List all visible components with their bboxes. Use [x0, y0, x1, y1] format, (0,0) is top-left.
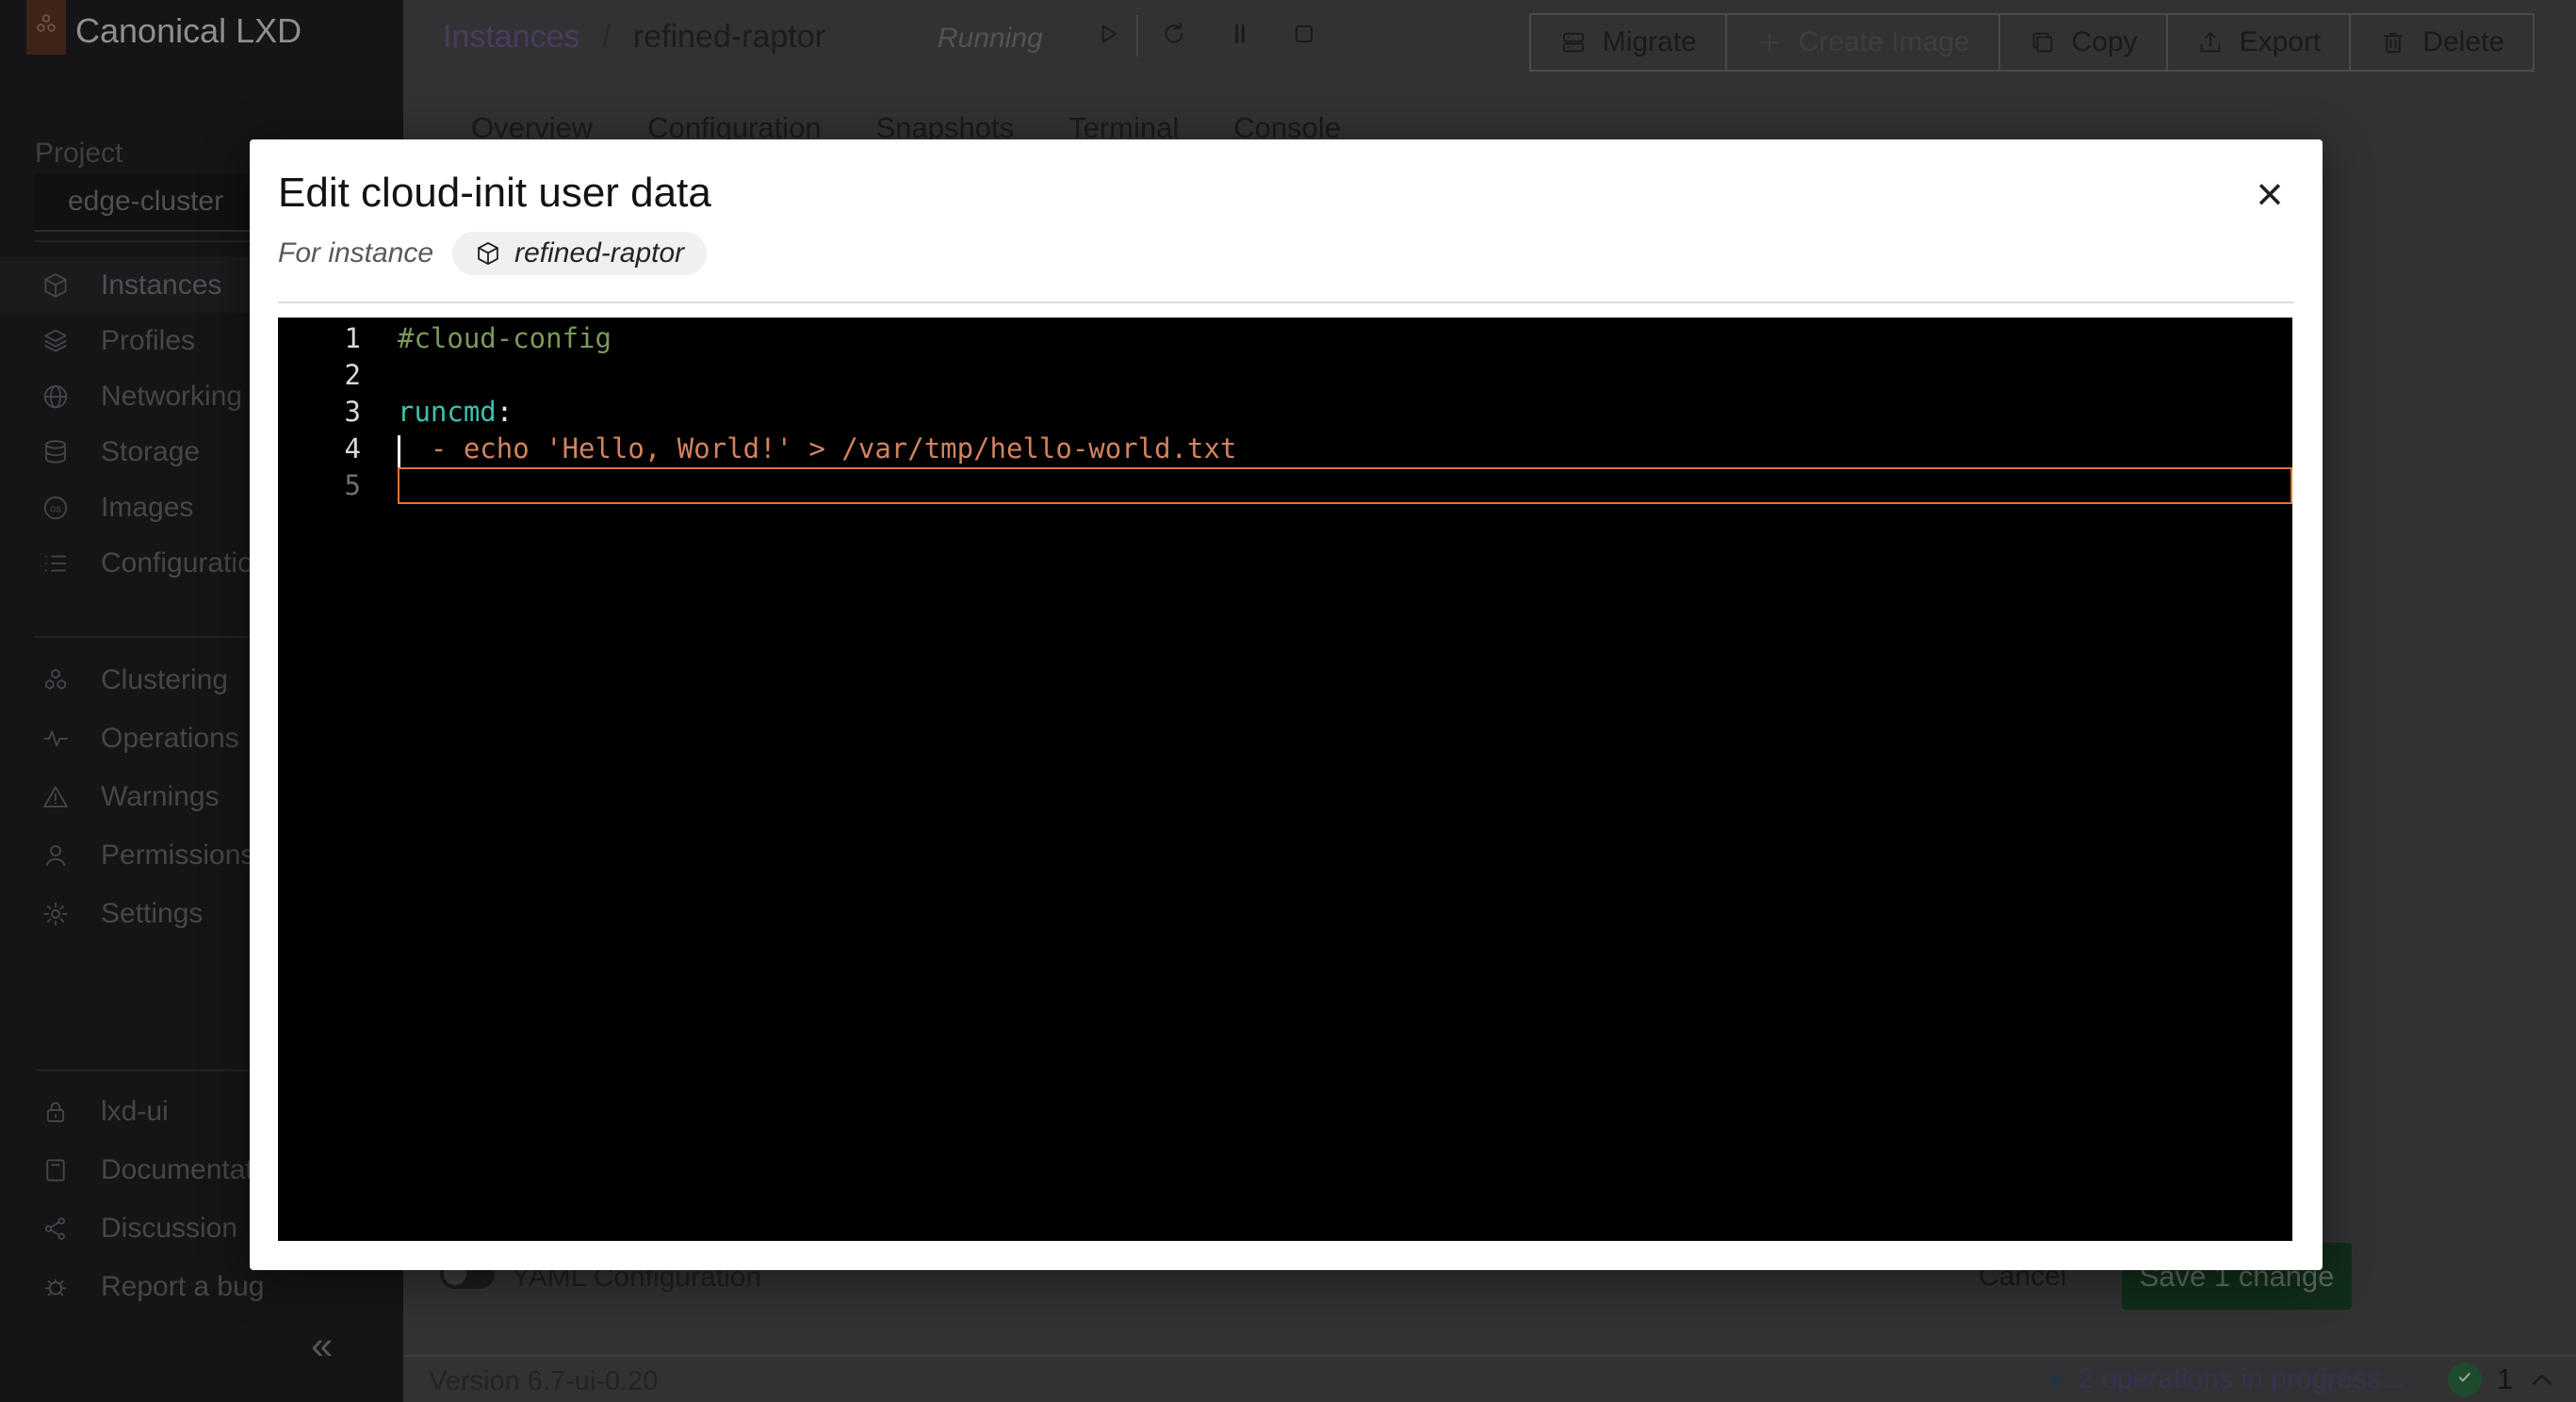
close-modal-button[interactable]: × [2243, 168, 2296, 220]
sidebar-item-label: Networking [101, 381, 242, 413]
sidebar-item-label: lxd-ui [101, 1096, 169, 1128]
code-line-content: #cloud-config [375, 320, 611, 357]
export-icon [2196, 28, 2225, 57]
trash-icon [2379, 28, 2407, 57]
export-button[interactable]: Export [2166, 15, 2350, 70]
svg-text:os: os [50, 503, 61, 514]
sidebar-item-label: Profiles [101, 325, 195, 357]
code-line-content: - echo 'Hello, World!' > /var/tmp/hello-… [375, 431, 1236, 467]
code-line-content: runcmd: [375, 394, 513, 431]
action-button-label: Migrate [1603, 26, 1697, 58]
bug-icon [41, 1273, 70, 1301]
breadcrumb: Instances / refined-raptor [443, 19, 825, 56]
copy-icon [2029, 28, 2057, 57]
code-line-5: 5 [278, 467, 2292, 504]
edit-cloud-init-modal: × Edit cloud-init user data For instance… [250, 139, 2323, 1270]
instance-badge-name: refined-raptor [514, 237, 684, 269]
action-button-label: Delete [2422, 26, 2504, 58]
modal-title: Edit cloud-init user data [278, 170, 711, 217]
sidebar-item-label: Operations [101, 723, 239, 755]
restart-icon [1159, 19, 1189, 54]
user-icon [41, 841, 70, 870]
pause-instance-button[interactable] [1217, 13, 1263, 58]
sidebar-item-label: Settings [101, 898, 203, 930]
lxd-cubes-icon [32, 11, 60, 44]
code-line-4: 4 - echo 'Hello, World!' > /var/tmp/hell… [278, 431, 2292, 467]
for-instance-label: For instance [278, 237, 433, 269]
share-icon [41, 1215, 70, 1243]
breadcrumb-instances-link[interactable]: Instances [443, 19, 580, 55]
code-line-content [375, 357, 398, 394]
notification-count: 1 [2497, 1362, 2513, 1396]
action-button-label: Export [2240, 26, 2322, 58]
instance-action-bar: Migrate Create Image Copy Export Delete [1529, 13, 2535, 72]
action-button-label: Create Image [1799, 26, 1970, 58]
line-number: 4 [278, 431, 375, 467]
stop-instance-button[interactable] [1281, 13, 1327, 58]
status-bar: Version 6.7-ui-0.20 2 operations in prog… [403, 1355, 2576, 1402]
app-brand: Canonical LXD [75, 11, 302, 51]
restart-instance-button[interactable] [1151, 13, 1197, 58]
line-number: 3 [278, 394, 375, 431]
database-icon [41, 438, 70, 466]
modal-divider [278, 302, 2294, 303]
chevron-up-icon[interactable] [2528, 1365, 2556, 1394]
pulse-icon [41, 725, 70, 753]
os-icon: os [41, 494, 70, 522]
cloud-init-code-editor[interactable]: 1#cloud-config23runcmd:4 - echo 'Hello, … [278, 318, 2292, 1241]
sidebar-item-label: Discussion [101, 1213, 237, 1245]
sidebar-collapse-button[interactable]: « [311, 1323, 333, 1368]
version-text: Version 6.7-ui-0.20 [429, 1366, 658, 1397]
warning-icon [41, 783, 70, 811]
server-icon [1559, 28, 1588, 57]
code-line-3: 3runcmd: [278, 394, 2292, 431]
book-icon [41, 1156, 70, 1184]
play-icon [1093, 19, 1123, 54]
breadcrumb-separator: / [602, 19, 611, 55]
gear-icon [41, 900, 70, 928]
sidebar-item-label: Storage [101, 436, 200, 468]
list-icon [41, 549, 70, 578]
modal-subtitle: For instance refined-raptor [278, 232, 707, 275]
instance-badge: refined-raptor [452, 232, 707, 275]
project-label: Project [35, 138, 122, 170]
sidebar-item-label: Permissions [101, 840, 254, 872]
code-line-2: 2 [278, 357, 2292, 394]
stop-icon [1289, 19, 1319, 54]
sidebar-item-label: Configuration [101, 547, 269, 579]
code-line-content [375, 467, 398, 504]
cluster-icon [41, 666, 70, 694]
plus-icon [1755, 28, 1784, 57]
sidebar-item-label: Warnings [101, 781, 220, 813]
operations-dot-icon [2050, 1374, 2062, 1386]
action-button-label: Copy [2072, 26, 2138, 58]
instance-status: Running [937, 23, 1043, 55]
lock-icon [41, 1098, 70, 1126]
sidebar-item-label: Clustering [101, 664, 228, 696]
sidebar-item-label: Images [101, 492, 193, 524]
project-selector-value: edge-cluster [68, 186, 223, 218]
pause-icon [1225, 19, 1255, 54]
migrate-button[interactable]: Migrate [1531, 15, 1725, 70]
line-number: 2 [278, 357, 375, 394]
code-line-1: 1#cloud-config [278, 320, 2292, 357]
success-check-icon [2448, 1362, 2482, 1396]
cube-icon [41, 271, 70, 300]
sidebar-item-label: Instances [101, 269, 221, 302]
page-title: refined-raptor [633, 19, 825, 55]
layers-icon [41, 327, 70, 355]
line-number: 5 [278, 467, 375, 504]
sidebar-item-label: Report a bug [101, 1271, 264, 1303]
line-number: 1 [278, 320, 375, 357]
lxd-logo [26, 0, 66, 55]
create-image-button[interactable]: Create Image [1725, 15, 1998, 70]
copy-button[interactable]: Copy [1998, 15, 2166, 70]
delete-button[interactable]: Delete [2349, 15, 2533, 70]
operations-in-progress-link[interactable]: 2 operations in progress... [2078, 1363, 2405, 1395]
start-instance-button[interactable] [1085, 13, 1131, 58]
globe-icon [41, 383, 70, 411]
controls-divider [1136, 15, 1138, 57]
instance-box-icon [475, 240, 501, 267]
